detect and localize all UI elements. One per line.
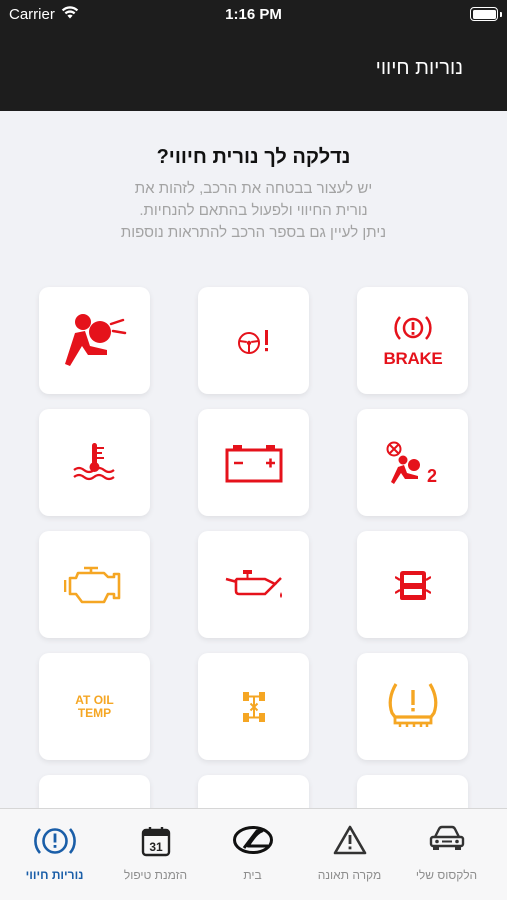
status-time: 1:16 PM — [225, 6, 282, 23]
warning-triangle-icon — [333, 825, 366, 855]
check-engine-icon — [63, 566, 120, 603]
warning-tile-battery[interactable] — [198, 409, 309, 516]
warning-tile-check-engine[interactable] — [39, 531, 150, 638]
four-wheel-drive-icon — [242, 691, 265, 722]
tire-pressure-icon — [388, 682, 437, 727]
warning-tile-at-oil-temp[interactable]: AT OIL TEMP — [39, 653, 150, 760]
warning-tile-passenger-airbag[interactable]: 2 — [357, 409, 468, 516]
tab-warning-lights[interactable]: נוריות חיווי — [4, 809, 105, 900]
brake-label: BRAKE — [383, 349, 442, 368]
battery-icon — [470, 7, 502, 21]
warning-tile-four-wheel-drive[interactable] — [198, 653, 309, 760]
coolant-temperature-icon — [72, 442, 115, 480]
warning-tile-oil-pressure[interactable] — [198, 531, 309, 638]
warning-lights-content: נדלקה לך נורית חיווי? יש לעצור בבטחה את … — [0, 111, 507, 808]
tab-home[interactable]: בית — [202, 809, 303, 900]
warning-tile-steering[interactable] — [198, 287, 309, 394]
intro-line: יש לעצור בבטחה את הרכב, לזהות את — [134, 180, 373, 197]
tab-label: הזמנת טיפול — [123, 868, 188, 882]
intro-heading: נדלקה לך נורית חיווי? — [156, 146, 351, 168]
lexus-logo-icon — [232, 826, 273, 854]
tab-accident[interactable]: מקרה תאונה — [299, 809, 400, 900]
top-bar: Carrier 1:16 PM נוריות חיווי — [0, 0, 507, 111]
warning-tile-door[interactable] — [357, 531, 468, 638]
at-oil-temp-icon: AT OIL TEMP — [75, 692, 114, 720]
car-icon — [429, 825, 464, 850]
steering-warning-icon — [237, 329, 268, 354]
intro-description: יש לעצור בבטחה את הרכב, לזהות את נורית ה… — [30, 178, 477, 244]
warning-tile-partial[interactable] — [39, 775, 150, 808]
page-title: נוריות חיווי — [375, 57, 463, 79]
warning-tile-coolant[interactable] — [39, 409, 150, 516]
oil-pressure-icon — [225, 569, 282, 598]
status-bar: Carrier 1:16 PM — [0, 0, 507, 28]
warning-tile-partial[interactable] — [198, 775, 309, 808]
warning-tile-airbag[interactable] — [39, 287, 150, 394]
airbag-warning-icon — [64, 313, 126, 366]
door-open-icon — [394, 570, 431, 600]
tab-my-lexus[interactable]: הלקסוס שלי — [396, 809, 497, 900]
intro-line: ניתן לעיין גם בספר הרכב להתראות נוספות — [120, 224, 387, 241]
tab-bar: הלקסוס שלי מקרה תאונה בית 31 הזמנת טיפול… — [0, 808, 507, 900]
tab-label: בית — [243, 868, 262, 882]
calendar-day: 31 — [149, 840, 163, 854]
warning-tile-brake[interactable]: BRAKE — [357, 287, 468, 394]
brake-warning-icon: BRAKE — [383, 315, 442, 368]
tab-label: מקרה תאונה — [317, 868, 382, 882]
tab-label: נוריות חיווי — [25, 868, 84, 882]
warning-tile-partial[interactable] — [357, 775, 468, 808]
calendar-icon: 31 — [141, 827, 170, 857]
at-oil-temp-label-line1: AT OIL — [75, 692, 114, 707]
intro-line: נורית החיווי ולפעול בהתאם להנחיות. — [139, 202, 368, 219]
at-oil-temp-label-line2: TEMP — [77, 705, 112, 720]
warning-tile-tire-pressure[interactable] — [357, 653, 468, 760]
passenger-airbag-off-icon: 2 — [386, 441, 437, 486]
tab-service-booking[interactable]: 31 הזמנת טיפול — [105, 809, 206, 900]
passenger-airbag-number: 2 — [426, 466, 436, 486]
battery-warning-icon — [225, 444, 282, 482]
warning-light-icon — [33, 828, 76, 854]
tab-label: הלקסוס שלי — [415, 868, 478, 882]
